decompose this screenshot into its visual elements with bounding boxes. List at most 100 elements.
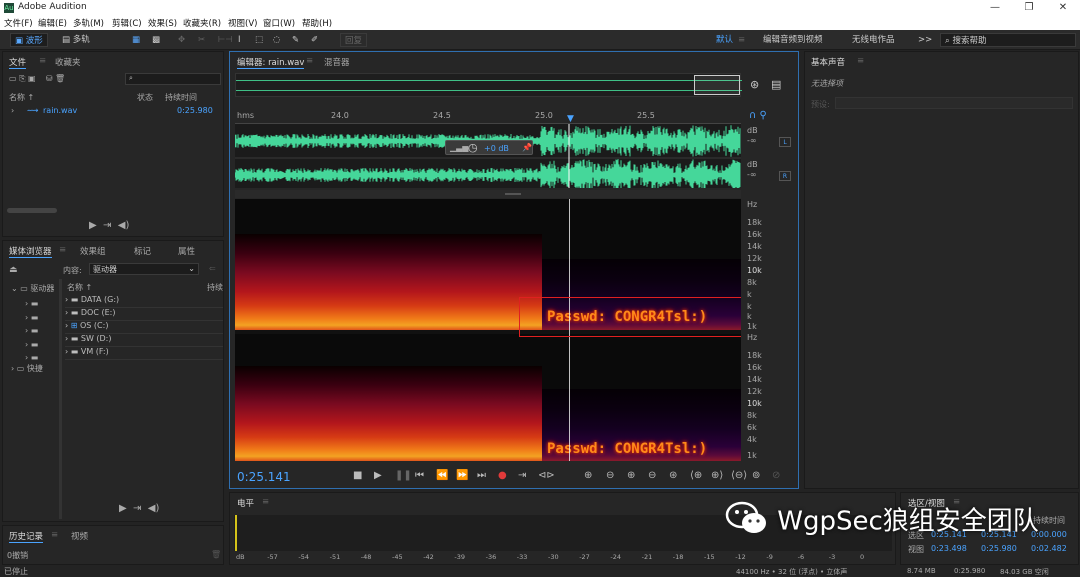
essential-sound-menu-icon[interactable]: ≡	[857, 56, 864, 66]
zoom-reset-icon[interactable]: ⊚	[752, 470, 760, 481]
search-help-input[interactable]: ⌕ 搜索帮助	[940, 33, 1076, 47]
more-workspaces-button[interactable]: >>	[918, 33, 932, 47]
list-item[interactable]: › ▬ DOC (E:)	[65, 308, 223, 321]
panel-options-icon[interactable]: ▤	[771, 78, 781, 91]
waveform-area[interactable]: ▁▃▅ ◷ +0 dB 📌	[234, 124, 741, 191]
tab-media-browser[interactable]: 媒体浏览器	[9, 245, 52, 258]
pause-icon[interactable]: ❚❚	[395, 470, 412, 481]
workspace-menu-icon[interactable]: ≡	[738, 33, 745, 47]
menu-help[interactable]: 帮助(H)	[302, 17, 332, 29]
go-to-start-icon[interactable]: ⏮	[415, 470, 424, 481]
zoom-disabled-icon[interactable]: ⊘	[772, 470, 780, 481]
waveform-display-icon[interactable]: ▦	[132, 33, 140, 47]
channel-right-toggle[interactable]: R	[779, 171, 791, 181]
lasso-tool-icon[interactable]: ◌	[273, 33, 280, 47]
list-item[interactable]: › ▬ VM (F:)	[65, 347, 223, 360]
zoom-selection-icon[interactable]: ⟨⊖⟩	[731, 470, 747, 481]
media-transport-icons[interactable]: ▶ ⇥ ◀)	[119, 503, 159, 514]
list-item[interactable]: › ▬ SW (D:)	[65, 334, 223, 347]
history-menu-icon[interactable]: ≡	[51, 530, 58, 540]
list-item[interactable]: › ▬ DATA (G:)	[65, 295, 223, 308]
level-title[interactable]: 电平	[237, 497, 254, 509]
loop-icon[interactable]: ⇥	[518, 470, 526, 481]
media-device-icon[interactable]: ⏏	[9, 265, 18, 275]
col-name[interactable]: 名称 ↑	[9, 92, 34, 103]
files-toolbar-icons[interactable]: ▭ ⎘ ▣ ⛁ 🗑	[9, 74, 65, 84]
tab-video[interactable]: 视频	[71, 530, 88, 542]
time-selection-tool-icon[interactable]: I	[238, 33, 241, 47]
time-ruler[interactable]: hms 24.0 24.5 25.0 25.5 ▼	[235, 108, 741, 124]
chevron-right-icon[interactable]: ›	[11, 106, 14, 115]
level-menu-icon[interactable]: ≡	[262, 497, 269, 507]
playhead-marker-icon[interactable]: ▼	[567, 114, 574, 124]
workspace-edit-video[interactable]: 编辑音频到视频	[763, 33, 823, 47]
current-time[interactable]: 0:25.141	[237, 470, 291, 484]
media-col-duration[interactable]: 持续	[207, 282, 223, 293]
magnet-snap-icon[interactable]: ∩ ⚲	[749, 110, 767, 121]
menu-file[interactable]: 文件(F)	[4, 17, 33, 29]
channel-left-toggle[interactable]: L	[779, 137, 791, 147]
brush-tool-icon[interactable]: ✎	[292, 33, 299, 47]
move-tool-icon[interactable]: ✥	[178, 33, 185, 47]
minimize-icon[interactable]: —	[984, 1, 1006, 15]
gain-knob-icon[interactable]: ◷	[468, 141, 478, 154]
menu-view[interactable]: 视图(V)	[228, 17, 257, 29]
multitrack-view-button[interactable]: ▤ 多轨	[62, 33, 90, 47]
slip-tool-icon[interactable]: ⊢⊣	[218, 33, 233, 47]
workspace-radio[interactable]: 无线电作品	[852, 33, 895, 47]
editor-menu-icon[interactable]: ≡	[306, 56, 313, 66]
zoom-in-left-icon[interactable]: ⟨⊕	[690, 470, 702, 481]
overview-visible-range[interactable]	[694, 75, 740, 95]
tab-favorites[interactable]: 收藏夹	[55, 56, 81, 68]
trash-icon[interactable]: 🗑	[211, 550, 221, 559]
menu-favorites[interactable]: 收藏夹(R)	[183, 17, 221, 29]
zoom-in-time-icon[interactable]: ⊕	[627, 470, 635, 481]
close-icon[interactable]: ✕	[1052, 1, 1074, 15]
back-arrow-icon[interactable]: ⇐	[209, 264, 216, 273]
shortcuts-tree-item[interactable]: › ▭ 快捷	[11, 363, 43, 374]
workspace-default[interactable]: 默认	[716, 33, 733, 47]
file-row[interactable]: › ⟿ rain.wav 0:25.980	[7, 105, 221, 117]
content-select[interactable]: 驱动器 ⌄	[89, 263, 199, 275]
record-icon[interactable]: ●	[498, 470, 507, 481]
files-search-input[interactable]: ⌕	[125, 73, 221, 85]
maximize-icon[interactable]: ❐	[1018, 1, 1040, 15]
fast-forward-icon[interactable]: ⏩	[456, 470, 468, 481]
pin-icon[interactable]: 📌	[522, 143, 532, 152]
media-col-name[interactable]: 名称 ↑	[67, 282, 92, 293]
split-handle[interactable]	[235, 190, 741, 198]
skip-selection-icon[interactable]: ⊲⊳	[538, 470, 555, 481]
zoom-in-right-icon[interactable]: ⊕⟩	[711, 470, 723, 481]
tab-history[interactable]: 历史记录	[9, 530, 44, 543]
go-to-end-icon[interactable]: ⏭	[477, 470, 486, 481]
media-panel-menu-icon[interactable]: ≡	[59, 245, 66, 255]
menu-edit[interactable]: 编辑(E)	[38, 17, 67, 29]
zoom-selection-icon[interactable]: ⊛	[750, 78, 759, 91]
waveform-view-button[interactable]: ▣ 波形	[10, 33, 48, 47]
tab-files[interactable]: 文件	[9, 56, 27, 69]
files-panel-menu-icon[interactable]: ≡	[39, 56, 46, 66]
drives-tree-item[interactable]: ⌄ ▭ 驱动器	[11, 283, 54, 294]
hud-gain[interactable]: ▁▃▅ ◷ +0 dB 📌	[445, 140, 533, 155]
zoom-out-time-icon[interactable]: ⊖	[648, 470, 656, 481]
preset-select[interactable]	[835, 97, 1073, 109]
zoom-full-icon[interactable]: ⊛	[669, 470, 677, 481]
restore-button[interactable]: 回复	[340, 33, 368, 47]
col-duration[interactable]: 持续时间	[165, 92, 197, 103]
razor-tool-icon[interactable]: ✂	[198, 33, 205, 47]
menu-clip[interactable]: 剪辑(C)	[112, 17, 142, 29]
stop-icon[interactable]: ■	[353, 470, 362, 481]
zoom-out-amplitude-icon[interactable]: ⊖	[606, 470, 614, 481]
history-item[interactable]: 0撤销	[7, 550, 28, 561]
menu-multitrack[interactable]: 多轨(M)	[73, 17, 104, 29]
tab-editor[interactable]: 编辑器: rain.wav	[237, 56, 305, 69]
col-status[interactable]: 状态	[137, 92, 153, 103]
tab-properties[interactable]: 属性	[178, 245, 195, 257]
menu-effects[interactable]: 效果(S)	[148, 17, 177, 29]
list-item[interactable]: › ⊞ OS (C:)	[65, 321, 223, 334]
files-transport-icons[interactable]: ▶ ⇥ ◀)	[89, 220, 129, 231]
tab-markers[interactable]: 标记	[134, 245, 151, 257]
media-splitter[interactable]	[59, 279, 62, 519]
rewind-icon[interactable]: ⏪	[436, 470, 448, 481]
drives-subtree-icons[interactable]: › ▬ › ▬ › ▬ › ▬ › ▬	[25, 297, 38, 365]
